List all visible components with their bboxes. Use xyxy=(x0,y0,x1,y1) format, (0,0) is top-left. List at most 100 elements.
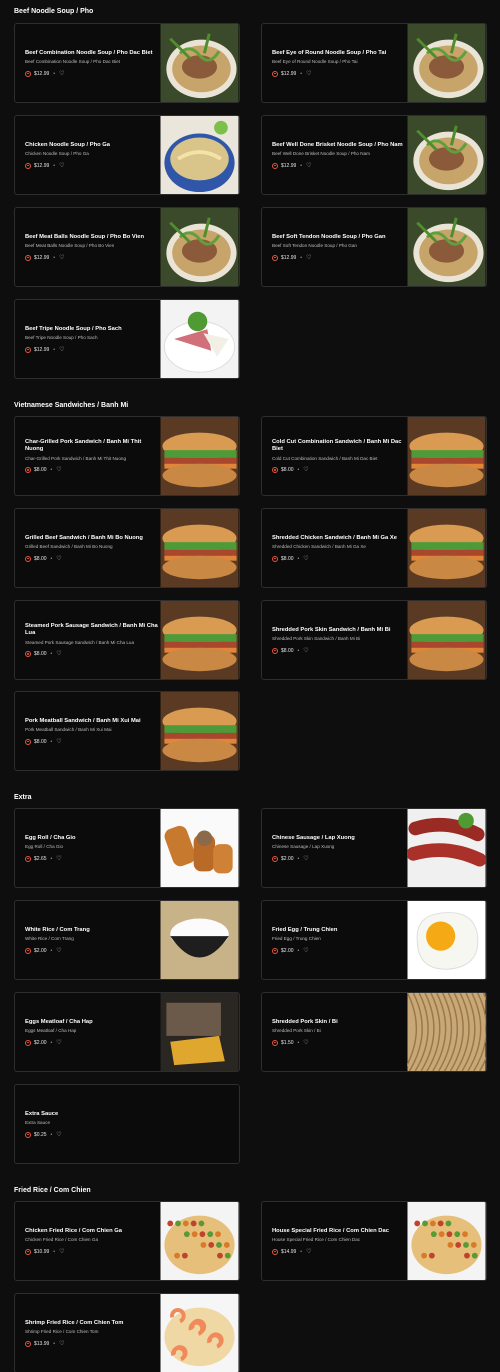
heart-icon[interactable]: ♡ xyxy=(306,163,311,169)
menu-item-card[interactable]: Egg Roll / Cha Gio Egg Roll / Cha Gio $2… xyxy=(14,808,240,888)
menu-item-card[interactable]: Beef Soft Tendon Noodle Soup / Pho Gan B… xyxy=(261,207,487,287)
menu-item-price: $12.99 xyxy=(34,70,50,77)
menu-item-name: Cold Cut Combination Sandwich / Banh Mi … xyxy=(272,438,402,453)
heart-icon[interactable]: ♡ xyxy=(303,856,308,862)
separator-dot: • xyxy=(297,647,300,654)
price-tag-icon xyxy=(272,162,278,169)
price-tag-icon xyxy=(25,947,31,954)
price-tag-icon xyxy=(272,947,278,954)
menu-item-card[interactable]: Eggs Meatloaf / Cha Hap Eggs Meatloaf / … xyxy=(14,992,240,1072)
heart-icon[interactable]: ♡ xyxy=(56,1040,61,1046)
section-title-fried-rice: Fried Rice / Com Chien xyxy=(14,1187,91,1194)
menu-item-info: White Rice / Com Trang White Rice / Com … xyxy=(25,901,160,979)
menu-item-info: Beef Well Done Brisket Noodle Soup / Pho… xyxy=(272,116,407,194)
menu-item-meta: $12.99 • ♡ xyxy=(272,162,407,169)
heart-icon[interactable]: ♡ xyxy=(56,467,61,473)
heart-icon[interactable]: ♡ xyxy=(56,739,61,745)
menu-item-card[interactable]: Beef Well Done Brisket Noodle Soup / Pho… xyxy=(261,115,487,195)
separator-dot: • xyxy=(50,651,53,658)
menu-item-info: Extra Sauce Extra Sauce $0.25 • ♡ xyxy=(25,1085,225,1163)
heart-icon[interactable]: ♡ xyxy=(59,1249,64,1255)
menu-item-price: $8.00 xyxy=(34,738,47,745)
menu-item-info: Shrimp Fried Rice / Com Chien Tom Shrimp… xyxy=(25,1294,160,1372)
menu-item-card[interactable]: Shrimp Fried Rice / Com Chien Tom Shrimp… xyxy=(14,1293,240,1372)
heart-icon[interactable]: ♡ xyxy=(56,948,61,954)
heart-icon[interactable]: ♡ xyxy=(56,556,61,562)
separator-dot: • xyxy=(53,346,56,353)
price-tag-icon xyxy=(272,1039,278,1046)
separator-dot: • xyxy=(297,855,300,862)
heart-icon[interactable]: ♡ xyxy=(303,556,308,562)
price-tag-icon xyxy=(272,855,278,862)
heart-icon[interactable]: ♡ xyxy=(303,948,308,954)
menu-item-meta: $12.99 • ♡ xyxy=(25,70,160,77)
menu-item-description: Extra Sauce xyxy=(25,1119,51,1125)
menu-item-card[interactable]: Extra Sauce Extra Sauce $0.25 • ♡ xyxy=(14,1084,240,1164)
heart-icon[interactable]: ♡ xyxy=(59,1341,64,1347)
menu-item-name: Shrimp Fried Rice / Com Chien Tom xyxy=(25,1319,124,1326)
price-tag-icon xyxy=(25,254,31,261)
menu-item-card[interactable]: Steamed Pork Sausage Sandwich / Banh Mi … xyxy=(14,600,240,680)
menu-item-meta: $12.99 • ♡ xyxy=(25,346,160,353)
price-tag-icon xyxy=(272,254,278,261)
heart-icon[interactable]: ♡ xyxy=(303,467,308,473)
heart-icon[interactable]: ♡ xyxy=(59,71,64,77)
menu-item-card[interactable]: Beef Combination Noodle Soup / Pho Dac B… xyxy=(14,23,240,103)
heart-icon[interactable]: ♡ xyxy=(59,255,64,261)
menu-item-card[interactable]: White Rice / Com Trang White Rice / Com … xyxy=(14,900,240,980)
fried-rice-image xyxy=(160,1202,239,1280)
banh-mi-image xyxy=(407,509,486,587)
menu-item-name: Chicken Noodle Soup / Pho Ga xyxy=(25,141,111,148)
menu-item-meta: $0.25 • ♡ xyxy=(25,1131,225,1138)
heart-icon[interactable]: ♡ xyxy=(56,856,61,862)
separator-dot: • xyxy=(297,555,300,562)
heart-icon[interactable]: ♡ xyxy=(59,347,64,353)
brisket-pho-image xyxy=(407,116,486,194)
menu-item-name: White Rice / Com Trang xyxy=(25,926,90,933)
menu-item-info: Egg Roll / Cha Gio Egg Roll / Cha Gio $2… xyxy=(25,809,160,887)
price-tag-icon xyxy=(272,1248,278,1255)
menu-item-card[interactable]: Pork Meatball Sandwich / Banh Mi Xui Mai… xyxy=(14,691,240,771)
heart-icon[interactable]: ♡ xyxy=(306,255,311,261)
menu-item-card[interactable]: Grilled Beef Sandwich / Banh Mi Bo Nuong… xyxy=(14,508,240,588)
menu-item-card[interactable]: House Special Fried Rice / Com Chien Dac… xyxy=(261,1201,487,1281)
menu-item-card[interactable]: Shredded Chicken Sandwich / Banh Mi Ga X… xyxy=(261,508,487,588)
heart-icon[interactable]: ♡ xyxy=(59,163,64,169)
menu-item-card[interactable]: Chinese Sausage / Lap Xuong Chinese Saus… xyxy=(261,808,487,888)
menu-item-price: $2.00 xyxy=(281,855,294,862)
menu-item-card[interactable]: Cold Cut Combination Sandwich / Banh Mi … xyxy=(261,416,487,496)
menu-item-card[interactable]: Shredded Pork Skin / Bi Shredded Pork Sk… xyxy=(261,992,487,1072)
menu-item-name: Shredded Chicken Sandwich / Banh Mi Ga X… xyxy=(272,534,397,541)
menu-item-name: Pork Meatball Sandwich / Banh Mi Xui Mai xyxy=(25,717,141,724)
menu-item-card[interactable]: Shredded Pork Skin Sandwich / Banh Mi Bi… xyxy=(261,600,487,680)
menu-item-info: Beef Eye of Round Noodle Soup / Pho Tai … xyxy=(272,24,407,102)
menu-item-card[interactable]: Chicken Noodle Soup / Pho Ga Chicken Noo… xyxy=(14,115,240,195)
heart-icon[interactable]: ♡ xyxy=(56,1132,61,1138)
heart-icon[interactable]: ♡ xyxy=(306,1249,311,1255)
menu-item-name: House Special Fried Rice / Com Chien Dac xyxy=(272,1227,389,1234)
heart-icon[interactable]: ♡ xyxy=(303,648,308,654)
shrimp-fried-rice-image xyxy=(160,1294,239,1372)
menu-item-meta: $8.00 • ♡ xyxy=(25,651,160,658)
menu-item-name: Extra Sauce xyxy=(25,1110,59,1117)
menu-item-card[interactable]: Beef Eye of Round Noodle Soup / Pho Tai … xyxy=(261,23,487,103)
banh-mi-image xyxy=(407,601,486,679)
heart-icon[interactable]: ♡ xyxy=(56,651,61,657)
heart-icon[interactable]: ♡ xyxy=(303,1040,308,1046)
menu-item-info: Beef Tripe Noodle Soup / Pho Sach Beef T… xyxy=(25,300,160,378)
menu-item-name: Beef Soft Tendon Noodle Soup / Pho Gan xyxy=(272,233,386,240)
menu-item-card[interactable]: Chicken Fried Rice / Com Chien Ga Chicke… xyxy=(14,1201,240,1281)
price-tag-icon xyxy=(272,647,278,654)
menu-item-meta: $2.65 • ♡ xyxy=(25,855,160,862)
menu-item-card[interactable]: Beef Tripe Noodle Soup / Pho Sach Beef T… xyxy=(14,299,240,379)
separator-dot: • xyxy=(50,947,53,954)
heart-icon[interactable]: ♡ xyxy=(306,71,311,77)
menu-item-info: Chicken Fried Rice / Com Chien Ga Chicke… xyxy=(25,1202,160,1280)
menu-item-card[interactable]: Beef Meat Balls Noodle Soup / Pho Bo Vie… xyxy=(14,207,240,287)
menu-item-card[interactable]: Fried Egg / Trung Chien Fried Egg / Trun… xyxy=(261,900,487,980)
menu-item-info: Shredded Pork Skin / Bi Shredded Pork Sk… xyxy=(272,993,407,1071)
menu-item-info: Beef Soft Tendon Noodle Soup / Pho Gan B… xyxy=(272,208,407,286)
separator-dot: • xyxy=(53,1340,56,1347)
menu-item-card[interactable]: Char-Grilled Pork Sandwich / Banh Mi Thi… xyxy=(14,416,240,496)
menu-item-price: $12.99 xyxy=(281,70,297,77)
